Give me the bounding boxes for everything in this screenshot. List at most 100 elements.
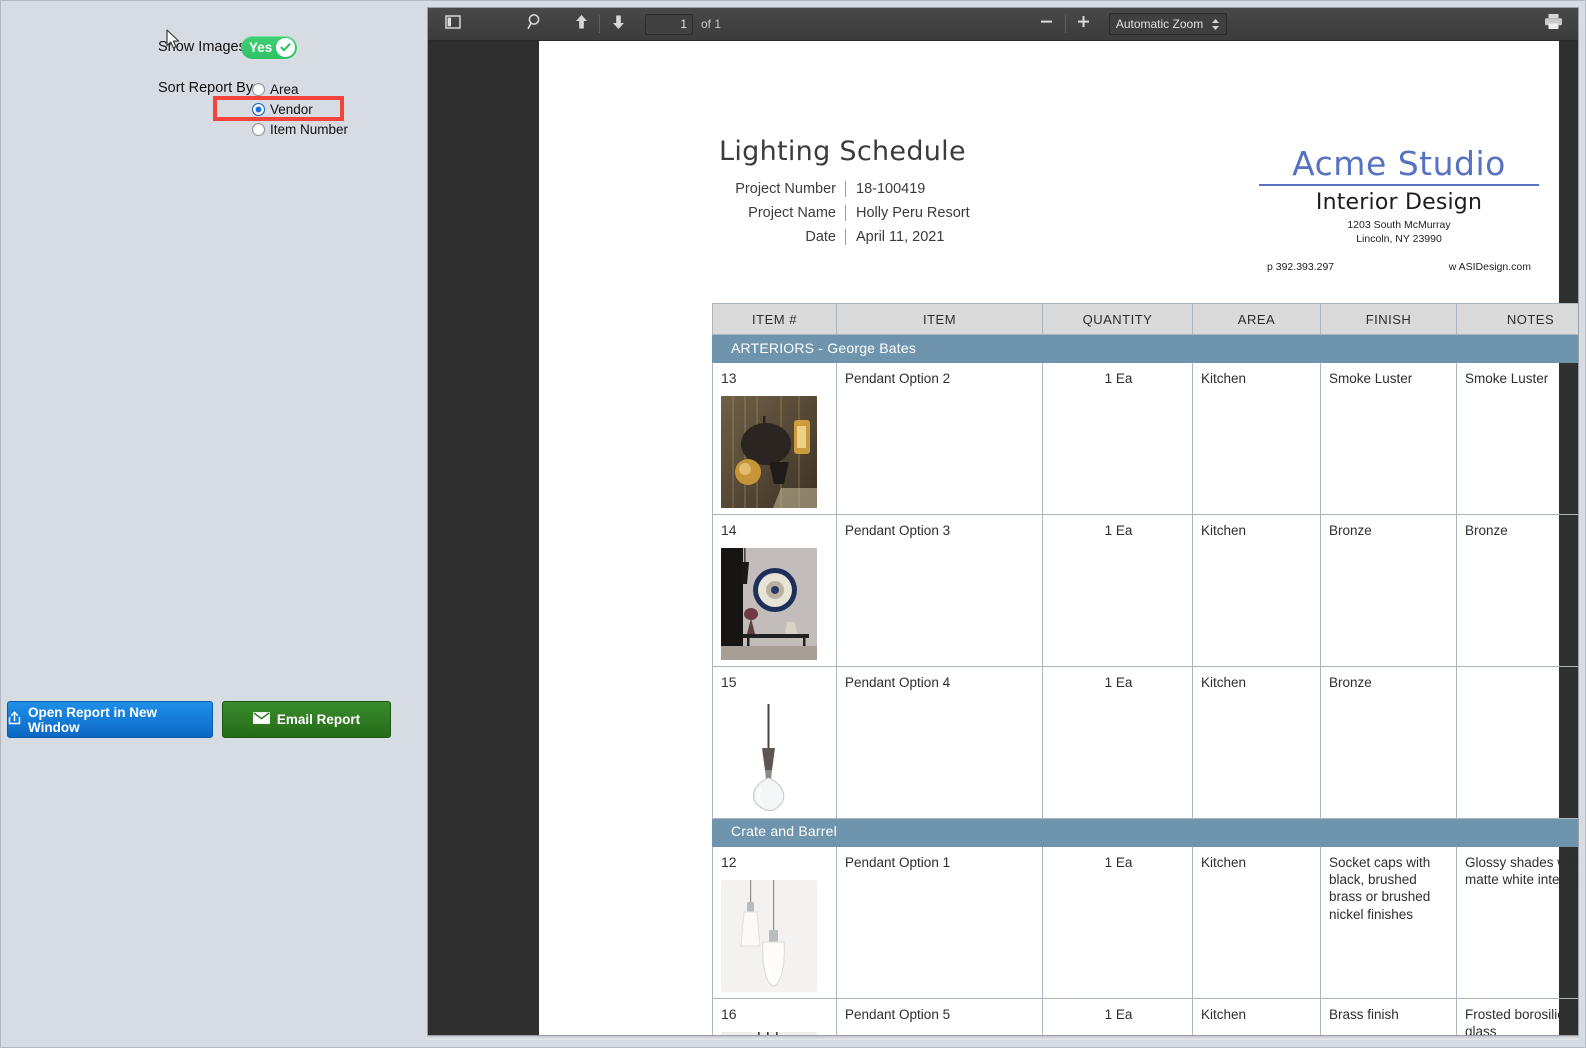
item-number-text: 16 bbox=[721, 1005, 737, 1022]
lighting-schedule-table: ITEM # ITEM QUANTITY AREA FINISH NOTES A… bbox=[712, 303, 1578, 1035]
table-row: 15 Pendant Option 4 1 Ea Kitchen Bronze bbox=[712, 665, 1578, 819]
white-glossy-pendant-pair-photo bbox=[721, 879, 817, 992]
cell-item: Pendant Option 2 bbox=[836, 362, 1043, 515]
table-row: 13 Pendant Option 2 1 Ea Kitchen Smoke L… bbox=[712, 362, 1578, 515]
open-report-in-new-window-button[interactable]: Open Report in New Window bbox=[7, 701, 213, 738]
cell-item: Pendant Option 1 bbox=[836, 845, 1043, 999]
meta-row: Project Number 18-100419 bbox=[719, 181, 970, 205]
sort-report-by-radio-group: Area Vendor Item Number bbox=[252, 79, 348, 139]
group-header-label: Crate and Barrel bbox=[712, 817, 1578, 847]
sort-report-by-label: Sort Report By: bbox=[158, 80, 258, 96]
toolbar-divider bbox=[599, 15, 600, 33]
cell-area: Kitchen bbox=[1192, 513, 1321, 667]
show-images-toggle[interactable]: Yes bbox=[241, 36, 297, 59]
sort-option-area[interactable]: Area bbox=[252, 79, 348, 99]
arrow-up-icon bbox=[574, 14, 589, 35]
email-report-button-label: Email Report bbox=[276, 712, 361, 727]
print-button[interactable] bbox=[1538, 11, 1568, 37]
logo-divider bbox=[1259, 184, 1539, 187]
meta-key: Date bbox=[719, 229, 846, 245]
cell-notes: Bronze bbox=[1456, 513, 1578, 667]
page-count-label: of 1 bbox=[701, 17, 722, 31]
cell-item: Pendant Option 4 bbox=[836, 665, 1043, 819]
table-header-row: ITEM # ITEM QUANTITY AREA FINISH NOTES bbox=[712, 303, 1578, 335]
radio-icon-selected[interactable] bbox=[252, 102, 265, 116]
company-address-line2: Lincoln, NY 23990 bbox=[1356, 233, 1442, 246]
cell-finish: Bronze bbox=[1320, 513, 1457, 667]
find-button[interactable] bbox=[520, 11, 550, 37]
zoom-level-label: Automatic Zoom bbox=[1115, 17, 1204, 31]
column-header-quantity: QUANTITY bbox=[1042, 303, 1193, 335]
meta-value: 18-100419 bbox=[856, 181, 926, 197]
radio-icon[interactable] bbox=[252, 122, 265, 136]
cell-item-number: 13 bbox=[712, 362, 837, 515]
envelope-icon bbox=[252, 712, 270, 727]
item-number-text: 14 bbox=[721, 521, 737, 538]
company-website: w ASIDesign.com bbox=[1448, 260, 1531, 273]
cell-item: Pendant Option 3 bbox=[836, 513, 1043, 667]
chevron-updown-icon bbox=[1211, 18, 1220, 31]
item-number-text: 12 bbox=[721, 853, 737, 870]
meta-key: Project Number bbox=[719, 181, 846, 197]
cell-quantity: 1 Ea bbox=[1042, 513, 1193, 667]
sidebar-toggle-button[interactable] bbox=[438, 11, 468, 37]
item-number-text: 13 bbox=[721, 370, 737, 386]
cell-finish: Brass finish bbox=[1320, 997, 1457, 1035]
page-number-input[interactable] bbox=[645, 13, 693, 35]
open-report-button-label: Open Report in New Window bbox=[28, 704, 158, 735]
sort-option-vendor-label: Vendor bbox=[270, 101, 313, 117]
document-meta: Project Number 18-100419 Project Name Ho… bbox=[719, 181, 970, 253]
cell-item-number: 14 bbox=[712, 513, 837, 667]
cell-quantity: 1 Ea bbox=[1042, 665, 1193, 819]
cell-notes bbox=[1456, 665, 1578, 819]
pdf-toolbar: of 1 Automatic bbox=[428, 8, 1578, 41]
external-link-icon bbox=[8, 711, 21, 728]
sort-option-vendor[interactable]: Vendor bbox=[252, 99, 348, 119]
clear-glass-teardrop-pendant-photo bbox=[721, 699, 817, 812]
sort-option-area-label: Area bbox=[270, 81, 299, 97]
check-icon bbox=[276, 38, 295, 57]
application-window: Show Images: Yes Sort Report By: Area Ve… bbox=[0, 0, 1586, 1048]
cell-finish: Bronze bbox=[1320, 665, 1457, 819]
item-number-text: 15 bbox=[721, 673, 737, 690]
column-header-item: ITEM bbox=[836, 303, 1043, 335]
group-header-row: ARTERIORS - George Bates bbox=[712, 334, 1578, 363]
next-page-button[interactable] bbox=[603, 11, 633, 37]
previous-page-button[interactable] bbox=[566, 11, 596, 37]
sort-option-item-number-label: Item Number bbox=[270, 121, 349, 137]
zoom-level-select[interactable]: Automatic Zoom bbox=[1108, 13, 1228, 35]
sort-option-item-number[interactable]: Item Number bbox=[252, 119, 348, 139]
pdf-page-scroll-area[interactable]: Lighting Schedule Project Number 18-1004… bbox=[428, 41, 1578, 1035]
cell-quantity: 1 Ea bbox=[1042, 997, 1193, 1035]
cell-notes: Smoke Luster bbox=[1456, 362, 1578, 515]
table-row: 14 Pendant Option 3 1 Ea Kitchen Bronze … bbox=[712, 513, 1578, 667]
window-bottom-edge bbox=[427, 1036, 1579, 1040]
cell-notes: Glossy shades with matte white interior bbox=[1456, 845, 1578, 999]
report-options-panel: Show Images: Yes Sort Report By: Area Ve… bbox=[1, 1, 425, 1047]
print-icon bbox=[1544, 13, 1563, 35]
email-report-button[interactable]: Email Report bbox=[222, 701, 391, 738]
arrow-down-icon bbox=[611, 14, 626, 35]
company-name: Acme Studio bbox=[1292, 144, 1506, 183]
dark-dome-pendant-photo bbox=[721, 395, 817, 508]
company-phone: p 392.393.297 bbox=[1267, 260, 1335, 273]
cell-area: Kitchen bbox=[1192, 997, 1321, 1035]
sidebar-toggle-icon bbox=[445, 14, 461, 35]
console-table-with-pendants-photo bbox=[721, 547, 817, 660]
meta-row: Project Name Holly Peru Resort bbox=[719, 205, 970, 229]
zoom-out-button[interactable] bbox=[1032, 11, 1062, 37]
radio-icon[interactable] bbox=[252, 82, 265, 96]
meta-value: Holly Peru Resort bbox=[856, 205, 970, 221]
cell-area: Kitchen bbox=[1192, 362, 1321, 515]
cell-item: Pendant Option 5 bbox=[836, 997, 1043, 1035]
company-logo: Acme Studio Interior Design 1203 South M… bbox=[1259, 144, 1539, 273]
zoom-in-button[interactable] bbox=[1069, 11, 1099, 37]
frosted-glass-tube-pendant-photo bbox=[721, 1031, 817, 1035]
column-header-item-number: ITEM # bbox=[712, 303, 837, 335]
cell-quantity: 1 Ea bbox=[1042, 845, 1193, 999]
cell-item-number: 16 bbox=[712, 997, 837, 1035]
cell-item-number: 15 bbox=[712, 665, 837, 819]
column-header-notes: NOTES bbox=[1456, 303, 1578, 335]
group-header-label: ARTERIORS - George Bates bbox=[712, 334, 1578, 363]
cell-finish: Socket caps with black, brushed brass or… bbox=[1320, 845, 1457, 999]
